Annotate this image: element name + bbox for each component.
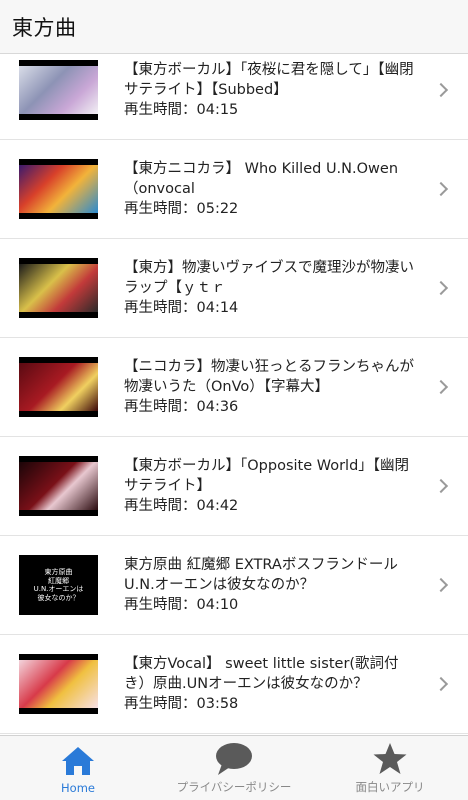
video-title: 【東方ボーカル】「Opposite World」【幽閉サテライト】 bbox=[124, 458, 410, 494]
video-list[interactable]: 【東方ボーカル】「夜桜に君を隠して」【幽閉サテライト】【Subbed】 再生時間… bbox=[0, 41, 468, 735]
tab-home[interactable]: Home bbox=[0, 736, 156, 800]
chevron-right-icon bbox=[433, 478, 449, 494]
video-thumbnail: 東方原曲 紅魔郷 U.N.オーエンは 彼女なのか？ bbox=[19, 555, 98, 615]
video-duration: 再生時間：05:22 bbox=[124, 201, 239, 217]
video-duration: 再生時間：04:10 bbox=[124, 597, 239, 613]
video-text: 東方原曲 紅魔郷 EXTRAボスフランドール U.N.オーエンは彼女なのか？ 再… bbox=[124, 555, 416, 615]
list-item[interactable]: 【東方ボーカル】「Opposite World」【幽閉サテライト】 再生時間：0… bbox=[0, 437, 468, 536]
list-item[interactable]: 【東方】物凄いヴァイブスで魔理沙が物凄いラップ【ｙｔｒ 再生時間：04:14 bbox=[0, 239, 468, 338]
tab-label: プライバシーポリシー bbox=[176, 780, 292, 794]
video-text: 【東方Vocal】 sweet little sister(歌詞付き）原曲.UN… bbox=[124, 654, 416, 714]
chevron-right-icon bbox=[433, 676, 449, 692]
video-title: 東方原曲 紅魔郷 EXTRAボスフランドール U.N.オーエンは彼女なのか？ bbox=[124, 557, 413, 593]
chevron-right-icon bbox=[433, 280, 449, 296]
chevron-right-icon bbox=[433, 379, 449, 395]
page-title: 東方曲 bbox=[12, 15, 77, 40]
thumbnail-image: 東方原曲 紅魔郷 U.N.オーエンは 彼女なのか？ bbox=[19, 561, 98, 609]
thumbnail-text: 東方原曲 紅魔郷 U.N.オーエンは 彼女なのか？ bbox=[33, 568, 84, 602]
video-title: 【ニコカラ】物凄い狂っとるフランちゃんが物凄いうた（OnVo）【字幕大】 bbox=[124, 359, 414, 395]
chevron-right-icon bbox=[433, 181, 449, 197]
list-item[interactable]: 【ニコカラ】物凄い狂っとるフランちゃんが物凄いうた（OnVo）【字幕大】 再生時… bbox=[0, 338, 468, 437]
star-icon bbox=[370, 741, 410, 777]
video-duration: 再生時間：04:14 bbox=[124, 300, 239, 316]
video-text: 【東方ニコカラ】 Who Killed U.N.Owen（onvocal 再生時… bbox=[124, 159, 416, 219]
video-text: 【東方ボーカル】「Opposite World」【幽閉サテライト】 再生時間：0… bbox=[124, 456, 416, 516]
video-thumbnail bbox=[19, 456, 98, 516]
list-item[interactable]: 【東方Vocal】 sweet little sister(歌詞付き）原曲.UN… bbox=[0, 635, 468, 734]
video-text: 【東方ボーカル】「夜桜に君を隠して」【幽閉サテライト】【Subbed】 再生時間… bbox=[124, 60, 416, 120]
list-item[interactable]: 【東方ニコカラ】 Who Killed U.N.Owen（onvocal 再生時… bbox=[0, 140, 468, 239]
thumbnail-image bbox=[19, 66, 98, 114]
thumbnail-image bbox=[19, 660, 98, 708]
list-item[interactable]: 【東方ボーカル】「夜桜に君を隠して」【幽閉サテライト】【Subbed】 再生時間… bbox=[0, 41, 468, 140]
tab-fun-apps[interactable]: 面白いアプリ bbox=[312, 736, 468, 800]
video-thumbnail bbox=[19, 159, 98, 219]
thumbnail-image bbox=[19, 165, 98, 213]
home-icon bbox=[58, 743, 98, 779]
video-title: 【東方ボーカル】「夜桜に君を隠して」【幽閉サテライト】【Subbed】 bbox=[124, 62, 414, 98]
video-thumbnail bbox=[19, 654, 98, 714]
thumbnail-image bbox=[19, 363, 98, 411]
chevron-right-icon bbox=[433, 82, 449, 98]
video-duration: 再生時間：04:15 bbox=[124, 102, 239, 118]
thumbnail-image bbox=[19, 264, 98, 312]
tab-privacy-policy[interactable]: プライバシーポリシー bbox=[156, 736, 312, 800]
tab-bar: Home プライバシーポリシー 面白いアプリ bbox=[0, 735, 468, 800]
speech-bubble-icon bbox=[214, 741, 254, 777]
video-text: 【ニコカラ】物凄い狂っとるフランちゃんが物凄いうた（OnVo）【字幕大】 再生時… bbox=[124, 357, 416, 417]
chevron-right-icon bbox=[433, 577, 449, 593]
list-item[interactable]: 東方原曲 紅魔郷 U.N.オーエンは 彼女なのか？ 東方原曲 紅魔郷 EXTRA… bbox=[0, 536, 468, 635]
video-duration: 再生時間：04:42 bbox=[124, 498, 239, 514]
video-title: 【東方ニコカラ】 Who Killed U.N.Owen（onvocal bbox=[124, 161, 399, 197]
thumbnail-image bbox=[19, 462, 98, 510]
video-thumbnail bbox=[19, 60, 98, 120]
tab-label: 面白いアプリ bbox=[355, 780, 425, 794]
video-title: 【東方Vocal】 sweet little sister(歌詞付き）原曲.UN… bbox=[124, 656, 399, 692]
app-header: 東方曲 bbox=[0, 0, 468, 54]
video-duration: 再生時間：03:58 bbox=[124, 696, 239, 712]
video-duration: 再生時間：04:36 bbox=[124, 399, 239, 415]
video-title: 【東方】物凄いヴァイブスで魔理沙が物凄いラップ【ｙｔｒ bbox=[124, 260, 414, 296]
video-text: 【東方】物凄いヴァイブスで魔理沙が物凄いラップ【ｙｔｒ 再生時間：04:14 bbox=[124, 258, 416, 318]
video-thumbnail bbox=[19, 357, 98, 417]
tab-label: Home bbox=[61, 781, 95, 795]
video-thumbnail bbox=[19, 258, 98, 318]
